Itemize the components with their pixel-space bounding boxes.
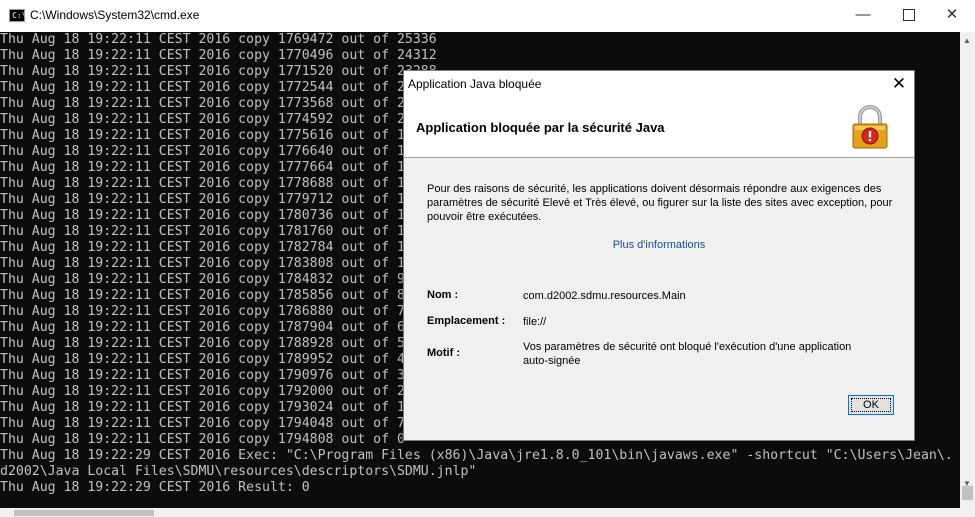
java-blocked-dialog: Application Java bloquée ✕ Application b… (403, 70, 915, 441)
dialog-header: Application bloquée par la sécurité Java (404, 97, 914, 158)
name-value: com.d2002.sdmu.resources.Main (523, 290, 686, 302)
ok-button[interactable]: OK (848, 395, 894, 415)
minimize-button[interactable]: — (840, 0, 886, 32)
location-value: file:// (523, 316, 547, 328)
console-line: d2002\Java Local Files\SDMU\resources\de… (0, 464, 477, 479)
vertical-scrollbar[interactable]: ▲ ▼ (960, 32, 975, 508)
dialog-close-button[interactable]: ✕ (888, 73, 910, 95)
close-button[interactable]: ✕ (929, 0, 975, 32)
cmd-icon-label: C:\ (12, 11, 27, 20)
maximize-icon (903, 9, 915, 22)
console-line: Thu Aug 18 19:22:29 CEST 2016 Exec: "C:\… (0, 448, 953, 463)
scrollbar-thumb[interactable] (962, 486, 973, 500)
console-line: Thu Aug 18 19:22:29 CEST 2016 Result: 0 (0, 480, 310, 495)
reason-label: Motif : (427, 347, 460, 359)
horizontal-scrollbar-thumb[interactable] (14, 510, 154, 516)
scroll-up-icon[interactable]: ▲ (963, 36, 971, 45)
location-label: Emplacement : (427, 315, 506, 327)
reason-value: Vos paramètres de sécurité ont bloqué l'… (523, 341, 852, 367)
dialog-title: Application Java bloquée (408, 77, 542, 91)
more-info-link[interactable]: Plus d'informations (404, 239, 914, 251)
scroll-down-icon[interactable]: ▼ (963, 479, 971, 488)
window-title: C:\Windows\System32\cmd.exe (30, 8, 200, 22)
horizontal-scrollbar[interactable] (0, 508, 975, 517)
console-line: Thu Aug 18 19:22:11 CEST 2016 copy 17694… (0, 32, 437, 47)
dialog-heading: Application bloquée par la sécurité Java (416, 120, 665, 135)
ok-focus-ring (851, 398, 891, 412)
security-lock-icon (852, 105, 888, 149)
maximize-button[interactable] (886, 0, 932, 32)
dialog-titlebar: Application Java bloquée ✕ (404, 71, 914, 97)
cmd-icon: C:\ (9, 9, 27, 22)
window-titlebar: C:\ C:\Windows\System32\cmd.exe — ✕ (0, 0, 975, 32)
dialog-message: Pour des raisons de sécurité, les applic… (427, 183, 893, 223)
name-label: Nom : (427, 289, 459, 301)
console-line: Thu Aug 18 19:22:11 CEST 2016 copy 17704… (0, 48, 437, 63)
